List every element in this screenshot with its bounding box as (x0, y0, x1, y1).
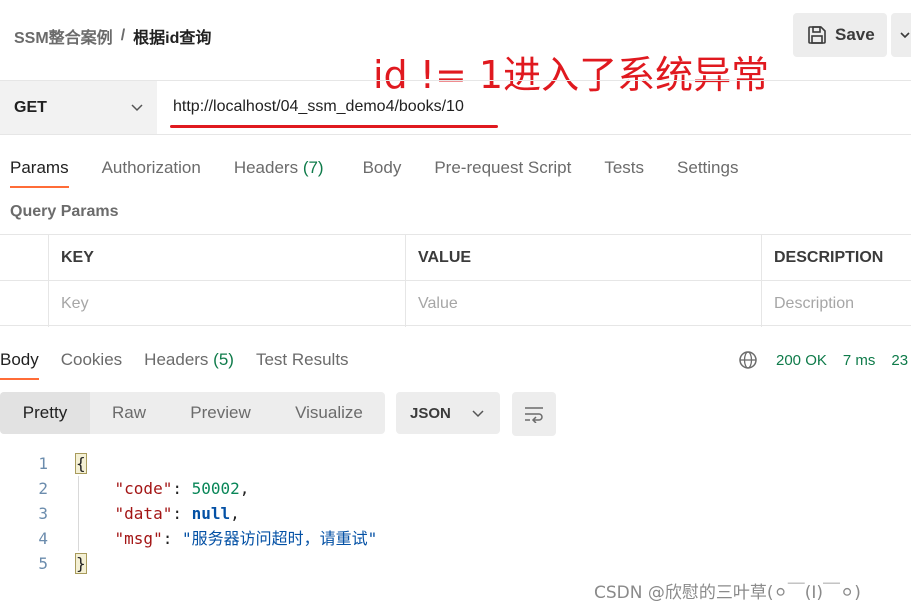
request-name[interactable]: 根据id查询 (133, 24, 211, 48)
format-visualize[interactable]: Visualize (273, 392, 385, 434)
tab-body[interactable]: Body (363, 158, 402, 188)
tab-params[interactable]: Params (10, 158, 69, 188)
column-header-key: KEY (61, 248, 94, 266)
response-tab-test-results[interactable]: Test Results (256, 350, 349, 380)
column-header-description: DESCRIPTION (774, 248, 884, 266)
response-time[interactable]: 7 ms (843, 352, 876, 369)
save-button-label: Save (835, 25, 875, 44)
chevron-down-icon (472, 410, 484, 418)
format-raw[interactable]: Raw (90, 392, 168, 434)
save-button[interactable]: Save (793, 13, 887, 57)
response-headers-count: (5) (213, 350, 234, 369)
response-tab-headers[interactable]: Headers (5) (144, 350, 234, 380)
url-input[interactable]: http://localhost/04_ssm_demo4/books/10 (173, 98, 464, 116)
table-row: Key Value Description (0, 281, 911, 327)
key-input[interactable]: Key (49, 281, 405, 326)
json-value: 50002 (191, 479, 240, 498)
line-number: 3 (38, 504, 48, 523)
table-header-row: KEY VALUE DESCRIPTION (0, 235, 911, 281)
json-value: null (191, 504, 231, 523)
breadcrumb-separator: / (120, 27, 126, 44)
tab-headers[interactable]: Headers (7) (234, 158, 324, 188)
breadcrumb: SSM整合案例 / 根据id查询 (14, 24, 211, 48)
line-number: 2 (38, 479, 48, 498)
description-input[interactable]: Description (762, 281, 911, 326)
response-tab-body[interactable]: Body (0, 350, 39, 380)
line-number: 4 (38, 529, 48, 548)
request-bar: GET http://localhost/04_ssm_demo4/books/… (0, 80, 911, 135)
format-pretty[interactable]: Pretty (0, 392, 90, 434)
watermark: CSDN @欣慰的三叶草(⚪￣(I)￣⚪) (594, 583, 861, 603)
json-close-brace: } (75, 553, 87, 574)
method-select[interactable]: GET (0, 81, 157, 134)
tab-settings[interactable]: Settings (677, 158, 738, 188)
tab-pre-request-script[interactable]: Pre-request Script (434, 158, 571, 188)
format-preview[interactable]: Preview (168, 392, 273, 434)
tab-authorization[interactable]: Authorization (102, 158, 201, 188)
language-select-label: JSON (410, 404, 451, 422)
json-key: "msg" (114, 529, 163, 548)
query-params-title: Query Params (10, 203, 119, 220)
save-icon (808, 26, 826, 44)
language-select[interactable]: JSON (396, 392, 500, 434)
format-tabs: Pretty Raw Preview Visualize (0, 392, 385, 434)
method-label: GET (14, 98, 47, 116)
wrap-lines-icon (525, 407, 543, 423)
chevron-down-icon (131, 104, 143, 112)
json-open-brace: { (75, 453, 87, 474)
value-input[interactable]: Value (406, 281, 761, 326)
response-size[interactable]: 23 (891, 352, 908, 369)
wrap-lines-button[interactable] (512, 392, 556, 436)
annotation-underline (170, 125, 498, 128)
line-number: 5 (38, 554, 48, 573)
globe-icon[interactable] (738, 350, 758, 370)
request-tabs: Params Authorization Headers (7) Body Pr… (10, 158, 771, 188)
response-tab-cookies[interactable]: Cookies (61, 350, 122, 380)
save-options-button[interactable] (891, 13, 911, 57)
json-key: "code" (114, 479, 173, 498)
headers-count: (7) (302, 158, 324, 177)
response-meta: 200 OK 7 ms 23 (738, 350, 908, 370)
column-header-value: VALUE (418, 248, 472, 266)
status-code[interactable]: 200 OK (776, 352, 827, 369)
chevron-down-icon (900, 32, 910, 39)
line-number: 1 (38, 454, 48, 473)
breadcrumb-collection[interactable]: SSM整合案例 (14, 24, 113, 48)
json-key: "data" (114, 504, 173, 523)
tab-tests[interactable]: Tests (604, 158, 644, 188)
json-value: "服务器访问超时，请重试" (181, 529, 378, 548)
query-params-table: KEY VALUE DESCRIPTION Key Value Descript… (0, 234, 911, 327)
response-tabs: Body Cookies Headers (5) Test Results (0, 350, 371, 380)
